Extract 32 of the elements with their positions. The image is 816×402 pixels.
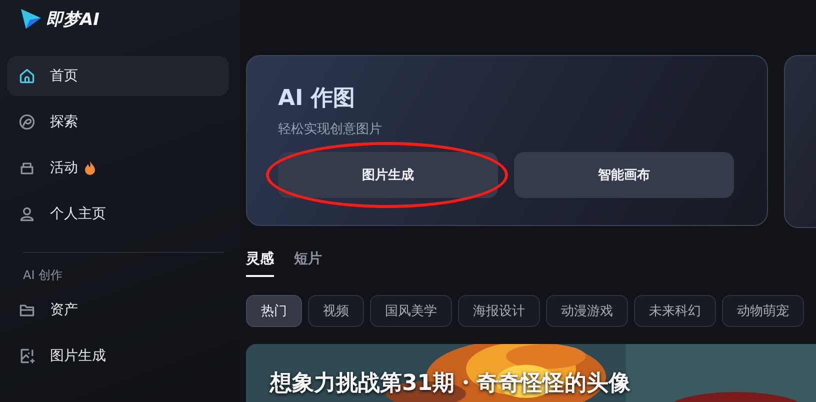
card-title: AI 作图 bbox=[278, 85, 356, 113]
home-icon bbox=[18, 67, 36, 85]
sidebar-item-label: 个人主页 bbox=[50, 205, 106, 223]
category-chip[interactable]: 国风美学 bbox=[370, 295, 452, 327]
action-button[interactable]: 智能画布 bbox=[514, 152, 734, 198]
card-subtitle: 轻松实现创意图片 bbox=[278, 121, 383, 138]
sidebar-item-label: 活动 bbox=[50, 159, 78, 177]
category-chip[interactable]: 动物萌宠 bbox=[722, 295, 804, 327]
sidebar-item[interactable]: 图片生成 bbox=[7, 336, 229, 376]
sidebar-item[interactable]: 首页 bbox=[7, 56, 229, 96]
category-chip[interactable]: 热门 bbox=[246, 295, 302, 327]
category-chip[interactable]: 海报设计 bbox=[458, 295, 540, 327]
category-chip[interactable]: 动漫游戏 bbox=[546, 295, 628, 327]
sidebar-item[interactable]: 个人主页 bbox=[7, 194, 229, 234]
sidebar-item-label: 探索 bbox=[50, 113, 78, 131]
sidebar-item[interactable]: 探索 bbox=[7, 102, 229, 142]
sidebar-item-label: 首页 bbox=[50, 67, 78, 85]
sidebar-item[interactable]: 资产 bbox=[7, 290, 229, 330]
category-chip[interactable]: 未来科幻 bbox=[634, 295, 716, 327]
category-chip[interactable]: 视频 bbox=[308, 295, 364, 327]
tab[interactable]: 灵感 bbox=[246, 248, 274, 277]
action-button[interactable]: 图片生成 bbox=[278, 152, 498, 198]
user-icon bbox=[18, 205, 36, 223]
sidebar-item-label: 图片生成 bbox=[50, 347, 106, 365]
logo-text: 即梦AI bbox=[46, 8, 100, 30]
section-title: AI 创作 bbox=[23, 267, 64, 284]
paper-plane-logo-icon bbox=[18, 7, 42, 31]
image-add-icon bbox=[18, 347, 36, 365]
spiral-icon bbox=[18, 113, 36, 131]
sidebar-item-label: 资产 bbox=[50, 301, 78, 319]
sidebar-item[interactable]: 活动 bbox=[7, 148, 229, 188]
tab[interactable]: 短片 bbox=[294, 248, 322, 277]
